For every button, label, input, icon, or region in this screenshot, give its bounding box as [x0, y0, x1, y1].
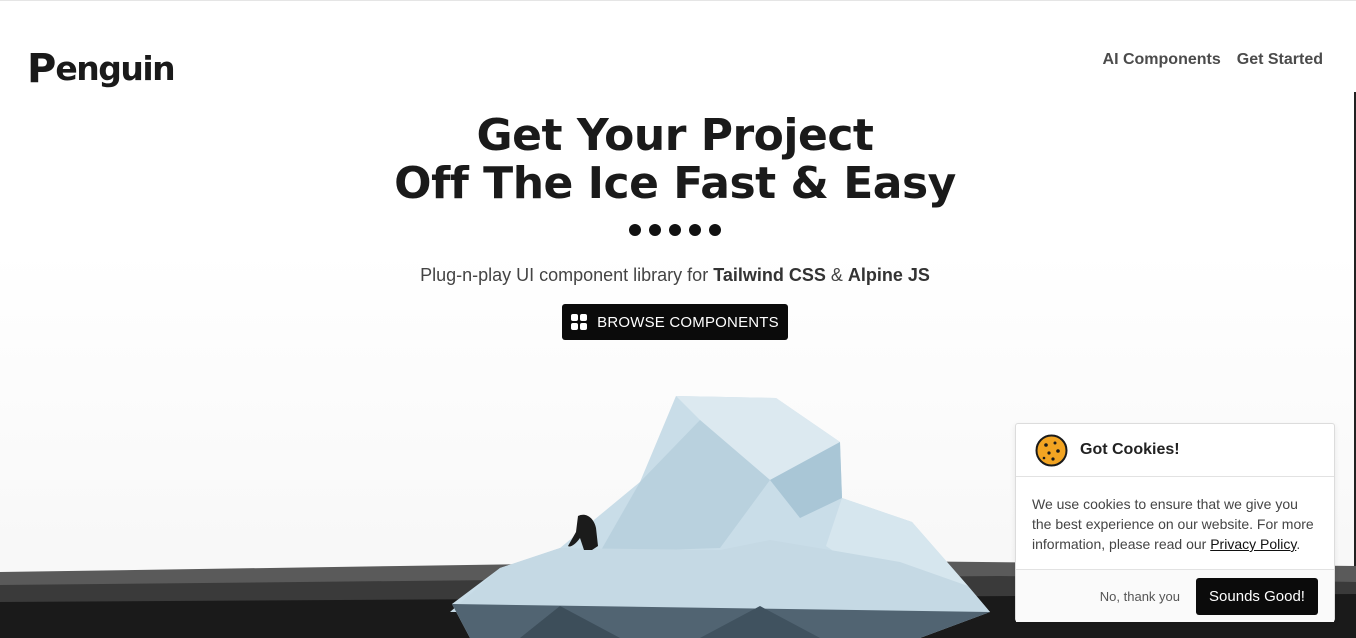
cookie-title: Got Cookies! — [1080, 441, 1180, 458]
hero-subtitle: Plug-n-play UI component library for Tai… — [0, 264, 1350, 286]
cookie-suffix: . — [1296, 536, 1301, 552]
main-nav: AI Components Get Started — [1103, 50, 1323, 70]
logo-initial: P — [27, 46, 56, 92]
cookie-actions: No, thank you Sounds Good! — [1016, 570, 1334, 622]
dot — [689, 224, 701, 236]
hero-title-line-1: Get Your Project — [476, 110, 874, 161]
logo[interactable]: P enguin — [27, 41, 176, 92]
browse-components-button[interactable]: BROWSE COMPONENTS — [562, 304, 788, 340]
decorative-dots — [629, 224, 721, 236]
cta-label: BROWSE COMPONENTS — [597, 313, 779, 331]
dot — [629, 224, 641, 236]
grid-icon — [571, 314, 588, 330]
top-border — [0, 0, 1356, 1]
subtitle-tailwind: Tailwind CSS — [713, 265, 826, 285]
decline-cookies-button[interactable]: No, thank you — [1100, 589, 1180, 604]
dot — [649, 224, 661, 236]
accept-cookies-button[interactable]: Sounds Good! — [1196, 577, 1318, 615]
subtitle-amp: & — [825, 265, 848, 285]
nav-get-started[interactable]: Get Started — [1237, 50, 1323, 70]
cookie-header: Got Cookies! — [1016, 424, 1334, 477]
dot — [709, 224, 721, 236]
privacy-policy-link[interactable]: Privacy Policy — [1210, 536, 1296, 552]
logo-text: enguin — [55, 49, 175, 88]
cookie-message: We use cookies to ensure that we give yo… — [1016, 477, 1334, 570]
subtitle-alpine: Alpine JS — [847, 265, 930, 285]
hero-title: Get Your Project Off The Ice Fast & Easy — [0, 112, 1350, 208]
cookie-icon — [1035, 434, 1068, 466]
hero-title-line-2: Off The Ice Fast & Easy — [394, 158, 956, 209]
cookie-banner: Got Cookies! We use cookies to ensure th… — [1015, 423, 1335, 622]
dot — [669, 224, 681, 236]
nav-ai-components[interactable]: AI Components — [1103, 50, 1221, 70]
subtitle-prefix: Plug-n-play UI component library for — [420, 265, 714, 285]
